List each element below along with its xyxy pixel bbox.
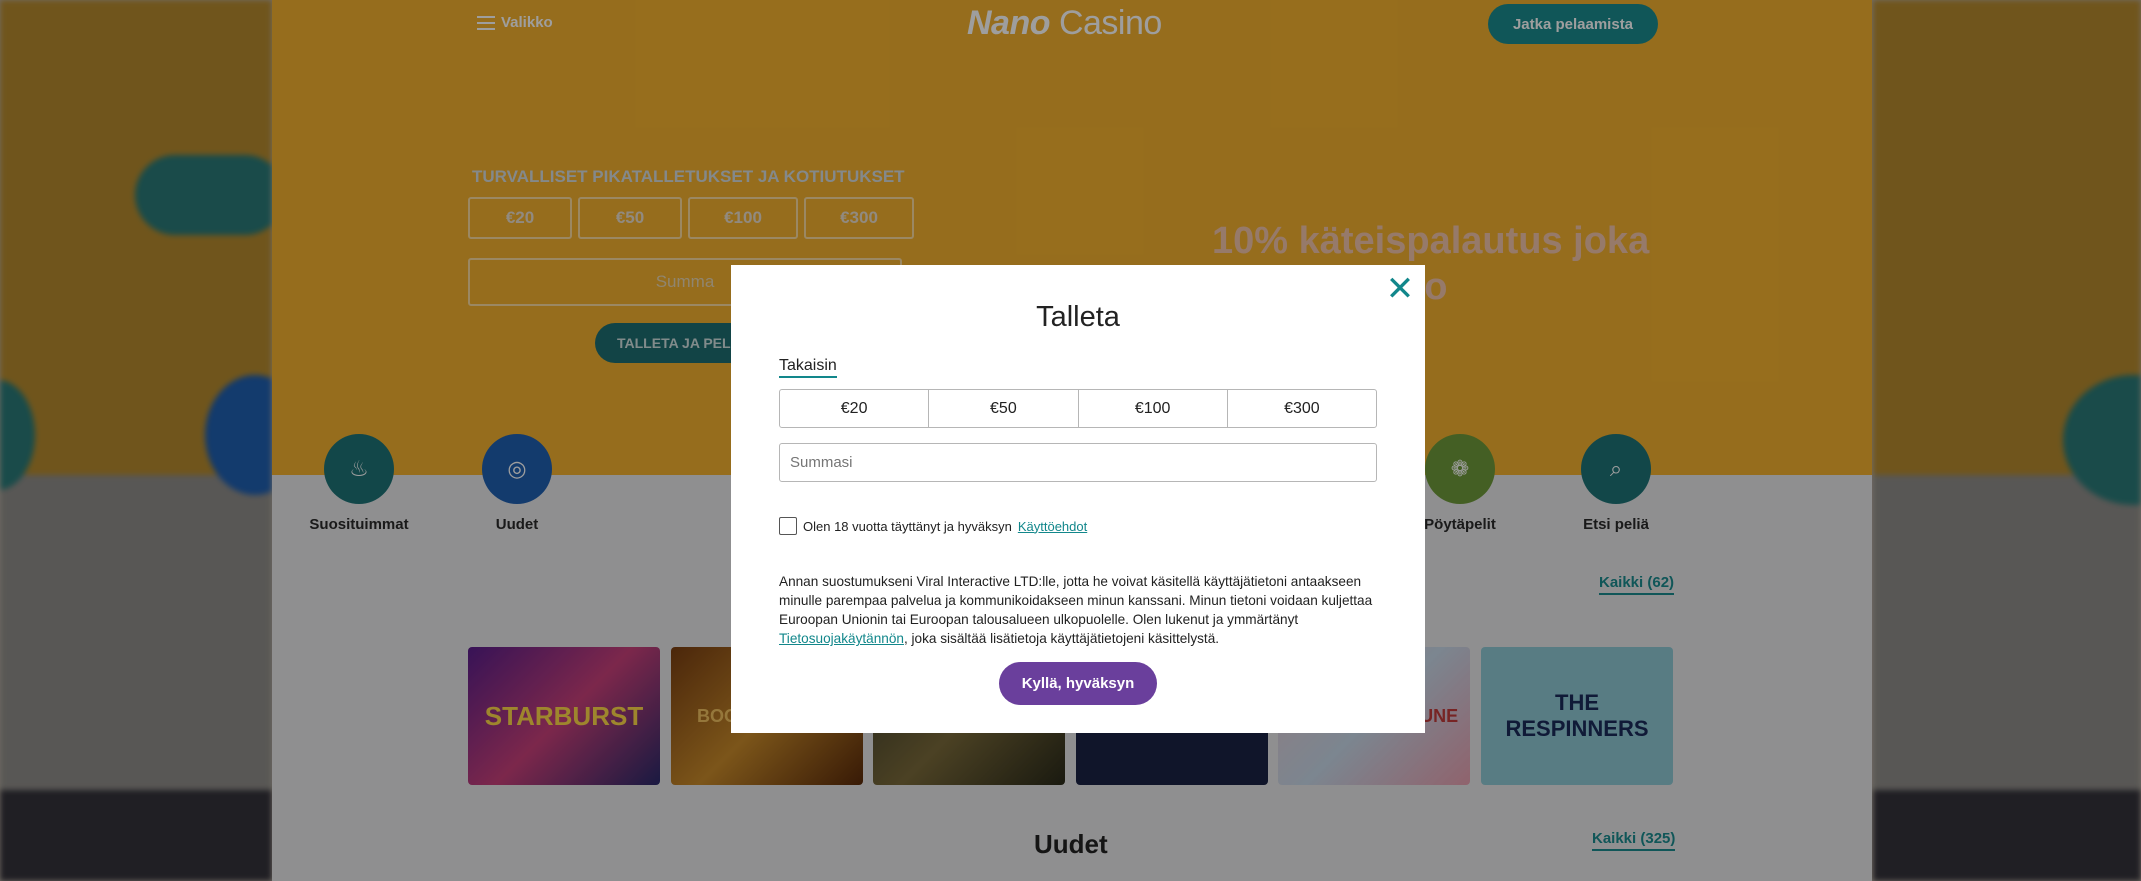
accept-button[interactable]: Kyllä, hyväksyn (999, 662, 1157, 705)
amount-button-20[interactable]: €20 (780, 390, 930, 427)
amount-button-50[interactable]: €50 (929, 390, 1079, 427)
deposit-modal: ✕ Talleta Takaisin €20 €50 €100 €300 Ole… (731, 265, 1425, 733)
back-link[interactable]: Takaisin (779, 357, 837, 378)
modal-title: Talleta (1036, 301, 1120, 333)
gdpr-consent-text: Annan suostumukseni Viral Interactive LT… (779, 572, 1379, 648)
amount-button-100[interactable]: €100 (1079, 390, 1228, 427)
privacy-policy-link[interactable]: Tietosuojakäytännön (779, 631, 904, 646)
gdpr-text-end: , joka sisältää lisätietoja käyttäjätiet… (903, 631, 1220, 646)
terms-link[interactable]: Käyttöehdot (1018, 519, 1087, 534)
age-consent-checkbox[interactable] (779, 517, 797, 535)
age-consent-row: Olen 18 vuotta täyttänyt ja hyväksyn Käy… (779, 517, 1087, 535)
age-consent-text: Olen 18 vuotta täyttänyt ja hyväksyn (803, 518, 1012, 534)
amount-button-300[interactable]: €300 (1228, 390, 1376, 427)
gdpr-text: Annan suostumukseni Viral Interactive LT… (779, 574, 1373, 627)
amount-input[interactable] (779, 443, 1377, 482)
modal-amount-buttons: €20 €50 €100 €300 (779, 389, 1377, 428)
